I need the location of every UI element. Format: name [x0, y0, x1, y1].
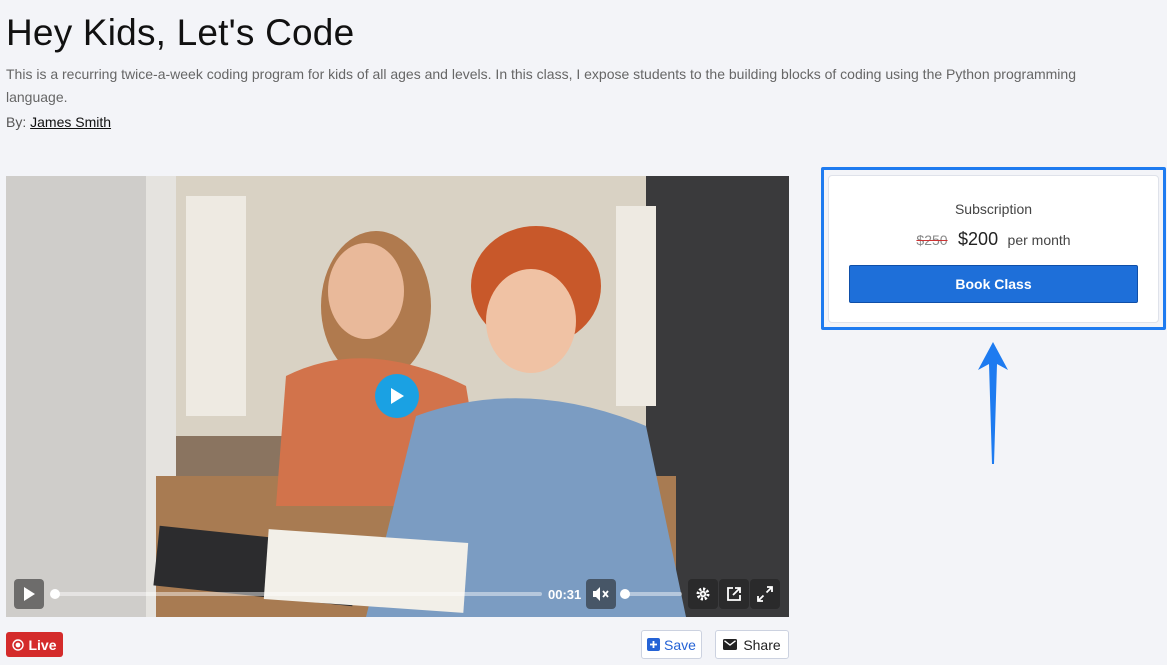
- new-price: $200: [958, 229, 999, 249]
- current-time: 00:31: [548, 587, 582, 602]
- popout-button[interactable]: [719, 579, 749, 609]
- by-label: By:: [6, 114, 27, 130]
- volume-handle[interactable]: [620, 589, 630, 599]
- fullscreen-button[interactable]: [750, 579, 780, 609]
- fullscreen-icon: [757, 586, 773, 602]
- live-badge[interactable]: Live: [6, 632, 63, 657]
- arrow-up-icon: [978, 342, 1008, 464]
- play-icon: [24, 587, 35, 601]
- price-period: per month: [1007, 232, 1071, 248]
- live-label: Live: [28, 636, 57, 653]
- settings-button[interactable]: [688, 579, 718, 609]
- seek-bar[interactable]: [50, 589, 542, 599]
- byline: By: James Smith: [6, 114, 111, 130]
- author-link[interactable]: James Smith: [30, 114, 111, 130]
- record-icon: [12, 638, 25, 651]
- video-player[interactable]: 00:31: [6, 176, 789, 617]
- volume-slider[interactable]: [620, 589, 682, 599]
- play-icon: [391, 388, 404, 404]
- page-title: Hey Kids, Let's Code: [6, 12, 355, 53]
- subscription-card: Subscription $250 $200 per month Book Cl…: [828, 175, 1159, 323]
- plus-square-icon: [647, 638, 661, 651]
- price-row: $250 $200 per month: [829, 229, 1158, 250]
- share-label: Share: [743, 636, 781, 653]
- subscription-label: Subscription: [954, 201, 1033, 217]
- video-controls: 00:31: [6, 569, 789, 617]
- mute-icon: [593, 587, 609, 601]
- envelope-icon: [723, 639, 738, 650]
- share-button[interactable]: Share: [715, 630, 789, 659]
- popout-icon: [727, 587, 741, 601]
- book-class-button[interactable]: Book Class: [849, 265, 1138, 303]
- save-button[interactable]: Save: [641, 630, 702, 659]
- mute-button[interactable]: [586, 579, 616, 609]
- save-label: Save: [664, 636, 696, 653]
- old-price: $250: [916, 232, 948, 248]
- class-description: This is a recurring twice-a-week coding …: [6, 66, 1076, 105]
- play-overlay-button[interactable]: [375, 374, 419, 418]
- settings-icon: [696, 587, 710, 601]
- play-button[interactable]: [14, 579, 44, 609]
- seek-handle[interactable]: [50, 589, 60, 599]
